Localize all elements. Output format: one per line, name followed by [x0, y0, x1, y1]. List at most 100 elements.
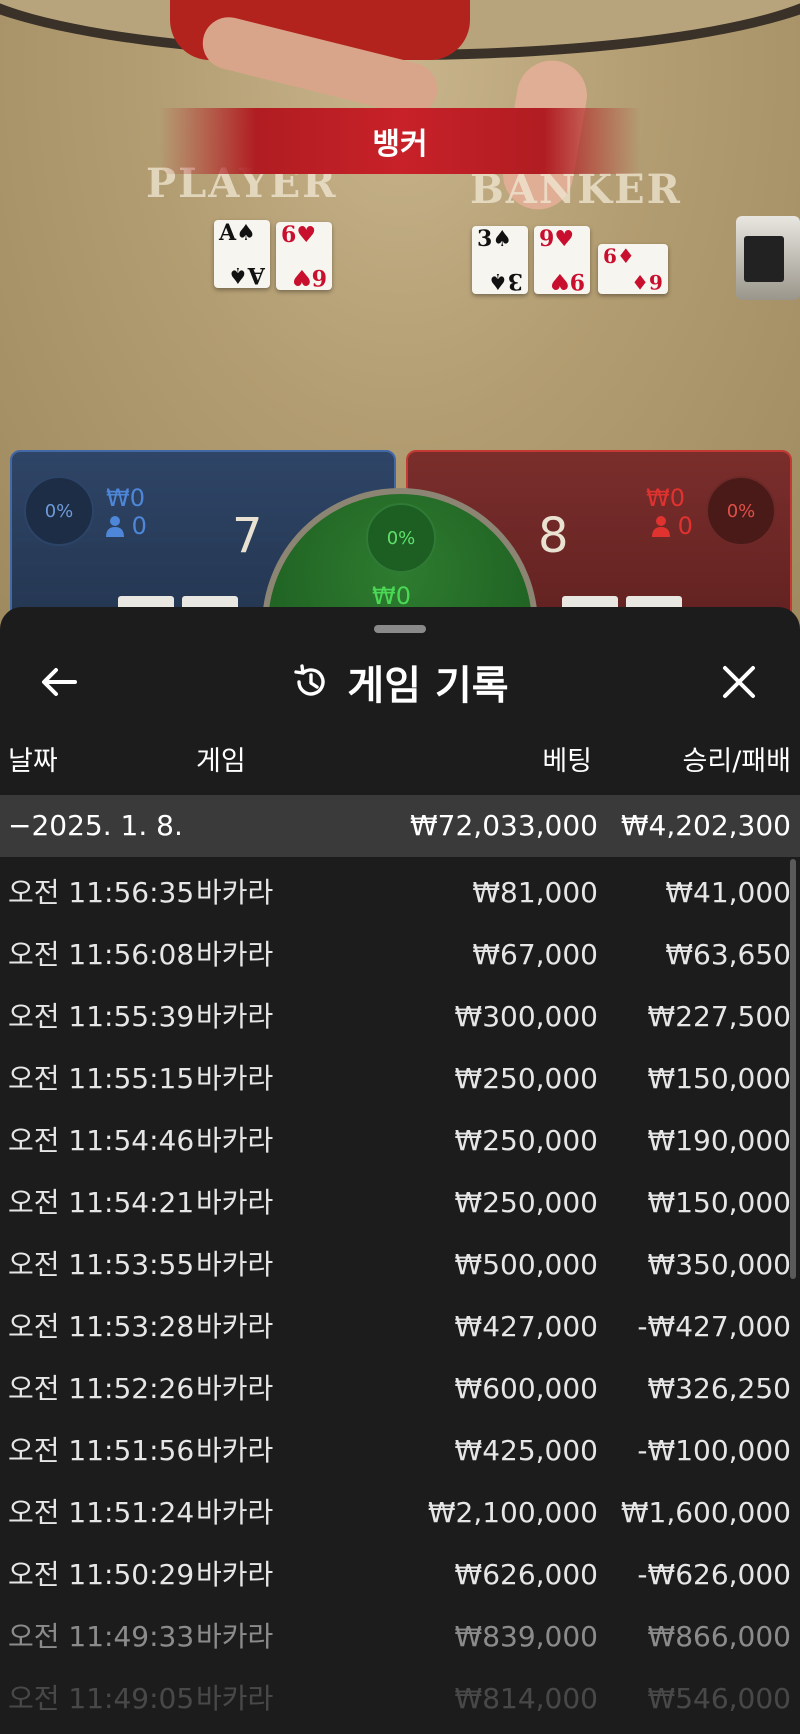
- row-result: ₩227,500: [647, 1000, 791, 1033]
- user-icon: [652, 516, 670, 537]
- row-game: 바카라: [196, 1682, 274, 1715]
- row-game: 바카라: [196, 876, 274, 909]
- sheet-title: 게임 기록: [347, 663, 509, 709]
- table-row[interactable]: 오전 11:49:33 바카라 ₩839,000 ₩866,000: [0, 1606, 800, 1668]
- row-result: ₩350,000: [647, 1248, 791, 1281]
- table-row[interactable]: 오전 11:51:56 바카라 ₩425,000 -₩100,000: [0, 1420, 800, 1482]
- table-row[interactable]: 오전 11:53:55 바카라 ₩500,000 ₩350,000: [0, 1234, 800, 1296]
- row-time: 오전 11:49:05: [8, 1682, 195, 1715]
- row-result: ₩63,650: [665, 938, 791, 971]
- row-time: 오전 11:53:28: [8, 1310, 195, 1343]
- row-bet: ₩300,000: [454, 1000, 598, 1033]
- table-row[interactable]: 오전 11:54:46 바카라 ₩250,000 ₩190,000: [0, 1110, 800, 1172]
- row-game: 바카라: [196, 938, 274, 971]
- row-bet: ₩81,000: [472, 876, 598, 909]
- row-result: ₩1,600,000: [620, 1496, 791, 1529]
- table-row[interactable]: 오전 11:52:26 바카라 ₩600,000 ₩326,250: [0, 1358, 800, 1420]
- row-time: 오전 11:54:21: [8, 1186, 195, 1219]
- date-group-result-total: ₩4,202,300: [620, 809, 791, 842]
- row-game: 바카라: [196, 1372, 274, 1405]
- history-list: 오전 11:56:35 바카라 ₩81,000 ₩41,000 오전 11:56:08 바…: [0, 862, 800, 1730]
- table-row[interactable]: 오전 11:56:08 바카라 ₩67,000 ₩63,650: [0, 924, 800, 986]
- row-game: 바카라: [196, 1062, 274, 1095]
- player-user-count: 0: [106, 512, 147, 540]
- row-result: -₩626,000: [637, 1558, 791, 1591]
- arrow-left-icon: [42, 668, 77, 696]
- sheet-title-wrap: 게임 기록: [0, 647, 800, 717]
- winner-banner: 뱅커: [160, 108, 640, 174]
- column-header-game[interactable]: 게임: [196, 737, 246, 787]
- row-time: 오전 11:51:24: [8, 1496, 195, 1529]
- column-header-bet[interactable]: 베팅: [542, 737, 592, 787]
- row-result: ₩150,000: [647, 1186, 791, 1219]
- table-row[interactable]: 오전 11:54:21 바카라 ₩250,000 ₩150,000: [0, 1172, 800, 1234]
- row-game: 바카라: [196, 1000, 274, 1033]
- table-row[interactable]: 오전 11:50:29 바카라 ₩626,000 -₩626,000: [0, 1544, 800, 1606]
- row-time: 오전 11:51:56: [8, 1434, 195, 1467]
- row-bet: ₩250,000: [454, 1124, 598, 1157]
- close-icon: [723, 666, 755, 698]
- banker-card-3: 6♦ 6♦: [598, 244, 668, 294]
- row-bet: ₩2,100,000: [427, 1496, 598, 1529]
- close-button[interactable]: [714, 657, 764, 707]
- banker-card-2: 9♥ 9♥: [534, 226, 590, 294]
- table-row[interactable]: 오전 11:55:15 바카라 ₩250,000 ₩150,000: [0, 1048, 800, 1110]
- table-row[interactable]: 오전 11:51:24 바카라 ₩2,100,000 ₩1,600,000: [0, 1482, 800, 1544]
- player-bet-amount: ₩0: [106, 484, 145, 512]
- banker-card-1: 3♠ 3♠: [472, 226, 528, 294]
- table-row[interactable]: 오전 11:55:39 바카라 ₩300,000 ₩227,500: [0, 986, 800, 1048]
- table-row[interactable]: 오전 11:49:05 바카라 ₩814,000 ₩546,000: [0, 1668, 800, 1730]
- banker-user-count: 0: [652, 512, 693, 540]
- row-time: 오전 11:52:26: [8, 1372, 195, 1405]
- column-header-result[interactable]: 승리/패배: [683, 737, 791, 787]
- row-time: 오전 11:50:29: [8, 1558, 195, 1591]
- date-group-label: −2025. 1. 8.: [8, 809, 183, 842]
- scrollbar[interactable]: [790, 859, 796, 1279]
- table-row[interactable]: 오전 11:56:35 바카라 ₩81,000 ₩41,000: [0, 862, 800, 924]
- table-row[interactable]: 오전 11:53:28 바카라 ₩427,000 -₩427,000: [0, 1296, 800, 1358]
- game-history-sheet: 게임 기록 날짜 게임 베팅 승리/패배 −2025. 1. 8. ₩72,03…: [0, 607, 800, 1734]
- date-group-row[interactable]: −2025. 1. 8. ₩72,033,000 ₩4,202,300: [0, 795, 800, 857]
- row-game: 바카라: [196, 1558, 274, 1591]
- row-bet: ₩427,000: [454, 1310, 598, 1343]
- row-result: ₩326,250: [647, 1372, 791, 1405]
- row-bet: ₩839,000: [454, 1620, 598, 1653]
- row-bet: ₩250,000: [454, 1062, 598, 1095]
- row-bet: ₩814,000: [454, 1682, 598, 1715]
- row-time: 오전 11:56:35: [8, 876, 195, 909]
- banker-score: 8: [538, 508, 569, 564]
- row-bet: ₩500,000: [454, 1248, 598, 1281]
- history-clock-icon: [294, 664, 326, 696]
- row-time: 오전 11:56:08: [8, 938, 195, 971]
- row-time: 오전 11:49:33: [8, 1620, 195, 1653]
- row-bet: ₩600,000: [454, 1372, 598, 1405]
- row-game: 바카라: [196, 1124, 274, 1157]
- date-group-bet-total: ₩72,033,000: [409, 809, 598, 842]
- row-result: ₩41,000: [665, 876, 791, 909]
- player-score: 7: [232, 508, 263, 564]
- player-percentage: 0%: [24, 476, 94, 546]
- back-button[interactable]: [34, 657, 84, 707]
- row-result: -₩427,000: [637, 1310, 791, 1343]
- row-time: 오전 11:55:39: [8, 1000, 195, 1033]
- row-time: 오전 11:55:15: [8, 1062, 195, 1095]
- row-game: 바카라: [196, 1248, 274, 1281]
- column-header-date[interactable]: 날짜: [8, 737, 58, 787]
- row-result: ₩150,000: [647, 1062, 791, 1095]
- user-icon: [106, 516, 124, 537]
- row-result: ₩190,000: [647, 1124, 791, 1157]
- row-bet: ₩67,000: [472, 938, 598, 971]
- sheet-grabber[interactable]: [374, 625, 426, 633]
- row-bet: ₩626,000: [454, 1558, 598, 1591]
- tie-bet-amount: ₩0: [372, 582, 411, 610]
- player-card-2: 6♥ 6♥: [276, 222, 332, 290]
- player-card-1: A♠ A♠: [214, 220, 270, 288]
- row-game: 바카라: [196, 1496, 274, 1529]
- row-result: ₩866,000: [647, 1620, 791, 1653]
- sheet-header: 게임 기록: [0, 647, 800, 717]
- row-bet: ₩250,000: [454, 1186, 598, 1219]
- banker-percentage: 0%: [706, 476, 776, 546]
- row-time: 오전 11:54:46: [8, 1124, 195, 1157]
- row-game: 바카라: [196, 1434, 274, 1467]
- row-bet: ₩425,000: [454, 1434, 598, 1467]
